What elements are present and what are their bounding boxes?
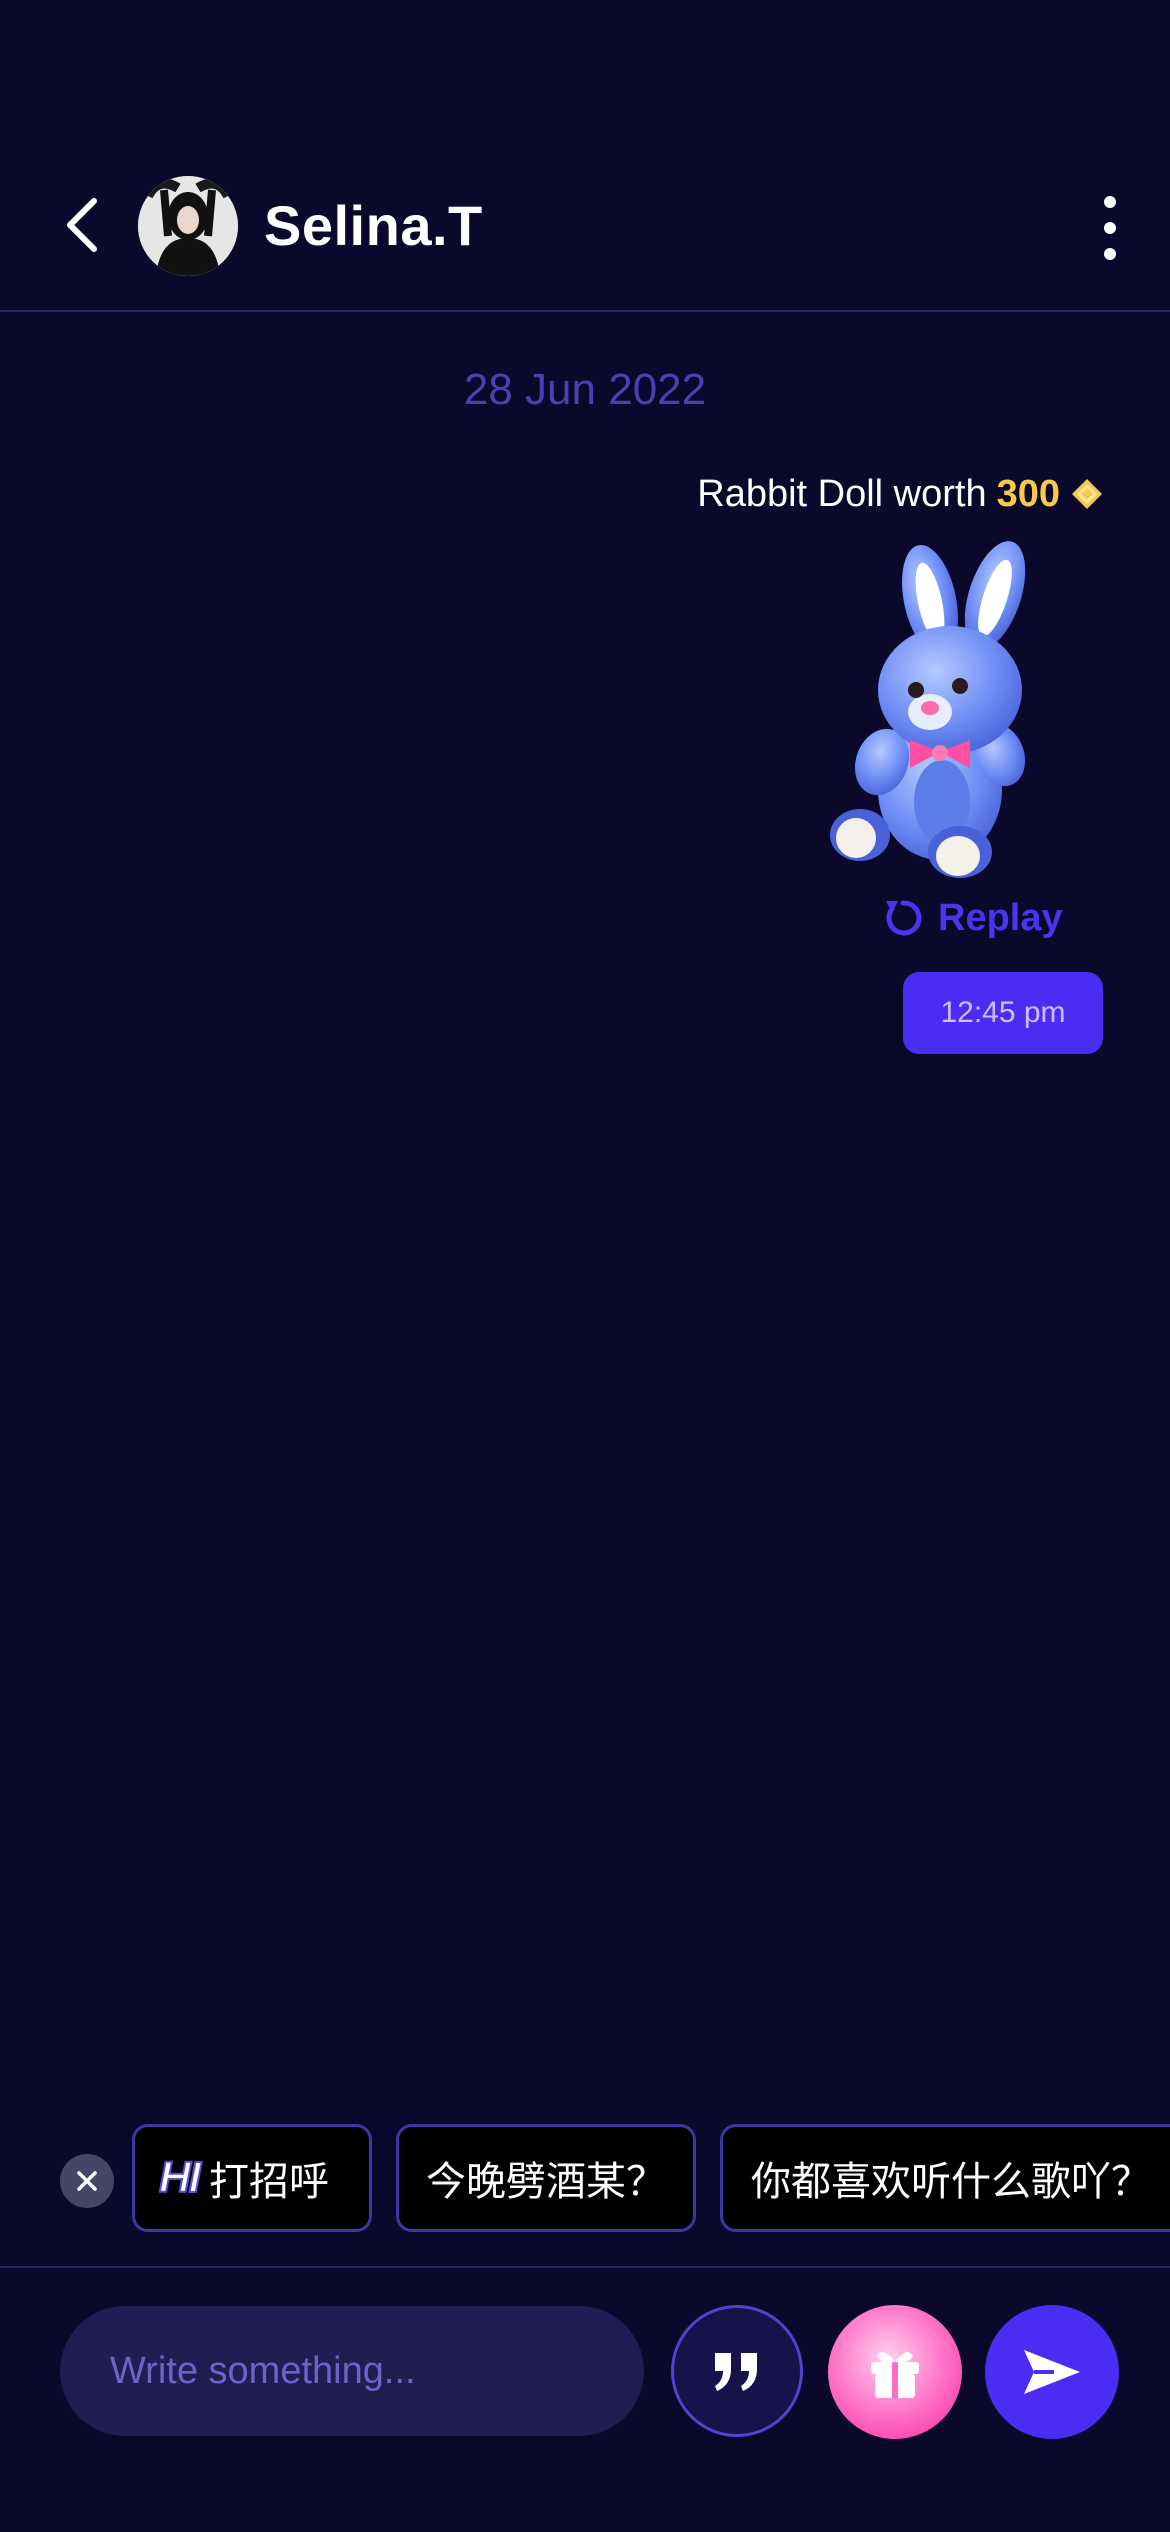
gift-icon [871, 2352, 919, 2398]
gift-button[interactable] [828, 2305, 962, 2439]
chevron-left-icon [67, 198, 97, 252]
quick-reply-chip[interactable]: 你都喜欢听什么歌吖？ [720, 2124, 1170, 2232]
header-divider [0, 310, 1170, 312]
quick-reply-label: 今晚劈酒某？ [426, 2160, 666, 2204]
quick-reply-chip[interactable]: 今晚劈酒某？ [396, 2124, 696, 2232]
more-vertical-icon-dot [1104, 222, 1116, 234]
replay-label: Replay [938, 896, 1063, 939]
close-icon [77, 2171, 97, 2191]
composer-divider [0, 2266, 1170, 2268]
date-separator: 28 Jun 2022 [463, 365, 707, 414]
hi-badge-icon: HI [158, 2152, 202, 2203]
replay-button[interactable]: Replay [882, 888, 1063, 948]
quote-icon [715, 2353, 757, 2391]
avatar-photo [138, 176, 238, 276]
send-icon [1024, 2350, 1080, 2394]
contact-name[interactable]: Selina.T [264, 186, 483, 266]
quick-reply-chip[interactable]: HI 打招呼 [132, 2124, 372, 2232]
more-vertical-icon-dot [1104, 248, 1116, 260]
gift-value: 300 [996, 473, 1060, 515]
diamond-icon [1072, 479, 1102, 509]
close-suggestions-button[interactable] [60, 2154, 114, 2208]
gift-message-text: Rabbit Doll worth [697, 473, 987, 515]
rabbit-doll-sticker[interactable] [830, 540, 1070, 880]
avatar[interactable] [138, 176, 238, 276]
quote-button[interactable] [671, 2305, 803, 2437]
send-button[interactable] [985, 2305, 1119, 2439]
quick-reply-label: 打招呼 [209, 2160, 329, 2204]
more-vertical-icon-dot [1104, 196, 1116, 208]
message-input-container [60, 2306, 644, 2436]
rabbit-doll-icon [830, 541, 1026, 878]
replay-icon [886, 900, 922, 936]
more-options-button[interactable] [1090, 196, 1130, 260]
back-button[interactable] [52, 190, 112, 260]
quick-reply-label: 你都喜欢听什么歌吖？ [751, 2160, 1151, 2204]
gift-message: Rabbit Doll worth 300 [697, 466, 1104, 522]
message-input[interactable] [60, 2306, 644, 2436]
message-time-bubble: 12:45 pm [903, 972, 1103, 1054]
